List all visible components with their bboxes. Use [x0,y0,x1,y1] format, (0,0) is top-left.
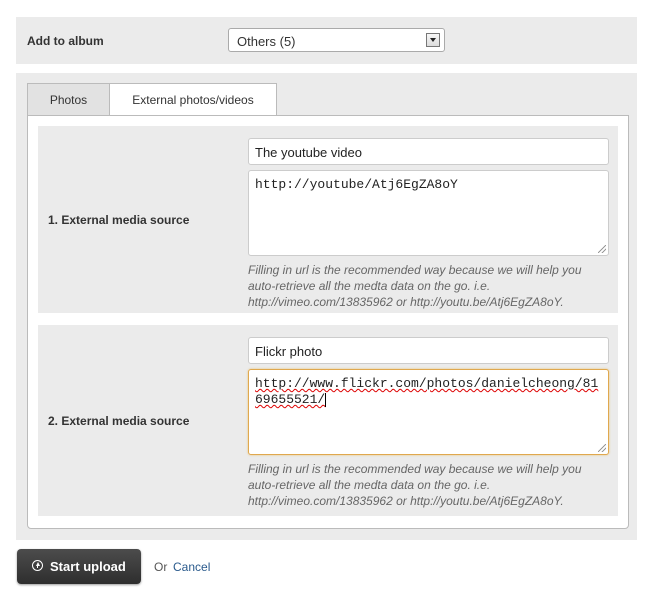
text-caret [325,392,327,407]
external-source-1: 1. External media source The youtube vid… [38,126,618,313]
dropdown-arrow-icon[interactable] [426,33,440,47]
source-title-input[interactable]: The youtube video [248,138,609,165]
source-url-value: http://youtube/Atj6EgZA8oY [255,177,458,192]
add-to-album-row: Add to album Others (5) [16,17,637,64]
source-url-textarea[interactable]: http://youtube/Atj6EgZA8oY [248,170,609,256]
source-url-textarea-focused[interactable]: http://www.flickr.com/photos/danielcheon… [248,369,609,455]
resize-handle-icon[interactable] [598,444,606,452]
album-selected-value: Others (5) [237,34,296,49]
source-url-value: http://www.flickr.com/photos/danielcheon… [255,376,599,407]
resize-handle-icon[interactable] [598,245,606,253]
album-select[interactable]: Others (5) [228,28,445,52]
start-upload-label: Start upload [50,559,126,574]
or-text: Or [154,560,168,574]
source-title-input[interactable]: Flickr photo [248,337,609,364]
start-upload-button[interactable]: Start upload [17,549,141,584]
source-hint: Filling in url is the recommended way be… [248,462,582,508]
tab-content: 1. External media source The youtube vid… [27,115,629,529]
source-title-value: Flickr photo [255,344,323,359]
cancel-link[interactable]: Cancel [173,560,210,574]
source-hint: Filling in url is the recommended way be… [248,263,582,309]
source-label: 1. External media source [48,213,190,227]
upload-arrow-icon [32,560,43,571]
tab-photos[interactable]: Photos [27,83,110,116]
source-label: 2. External media source [48,414,190,428]
tab-external-photos-videos[interactable]: External photos/videos [109,83,277,117]
source-title-value: The youtube video [255,145,362,160]
external-source-2: 2. External media source Flickr photo ht… [38,325,618,516]
album-label: Add to album [27,34,104,48]
media-panel: Photos External photos/videos 1. Externa… [16,73,637,540]
